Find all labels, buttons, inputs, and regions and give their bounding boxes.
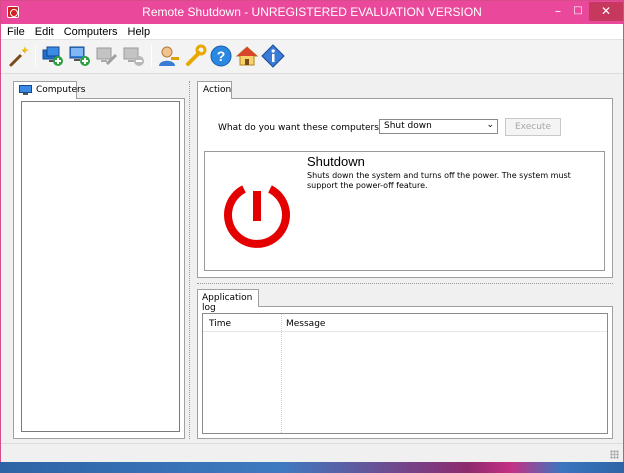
tab-computers[interactable]: Computers <box>13 81 85 99</box>
column-header-time[interactable]: Time <box>209 319 231 329</box>
close-button[interactable]: ✕ <box>589 2 623 21</box>
remove-computer-icon[interactable] <box>122 44 146 68</box>
tab-action[interactable]: Action <box>197 81 232 99</box>
maximize-button[interactable]: □ <box>568 4 588 20</box>
tab-application-log-label: Application log <box>202 293 253 313</box>
help-icon[interactable]: ? <box>209 44 233 68</box>
title-bar[interactable]: Remote Shutdown - UNREGISTERED EVALUATIO… <box>1 1 623 24</box>
column-header-message[interactable]: Message <box>286 319 325 329</box>
action-select[interactable]: Shut down ⌄ <box>379 119 498 134</box>
computer-icon <box>19 85 32 95</box>
wizard-wand-icon[interactable] <box>7 44 31 68</box>
menu-help[interactable]: Help <box>122 24 155 38</box>
home-icon[interactable] <box>235 44 259 68</box>
action-title: Shutdown <box>307 154 365 169</box>
power-icon <box>224 185 290 248</box>
toolbar: ? <box>1 40 623 74</box>
vertical-splitter[interactable] <box>189 81 190 439</box>
about-info-icon[interactable] <box>261 44 285 68</box>
resize-grip-icon[interactable] <box>610 450 619 459</box>
minimize-button[interactable]: – <box>548 4 568 20</box>
toolbar-separator <box>151 45 152 67</box>
action-select-value: Shut down <box>384 121 432 131</box>
toolbar-separator <box>35 45 36 67</box>
menu-file[interactable]: File <box>1 24 29 38</box>
menu-bar: File Edit Computers Help <box>1 24 623 40</box>
tab-application-log[interactable]: Application log <box>197 289 259 313</box>
log-table-header: Time Message <box>203 314 607 332</box>
window-title: Remote Shutdown - UNREGISTERED EVALUATIO… <box>142 5 482 19</box>
status-bar <box>1 443 623 462</box>
chevron-down-icon: ⌄ <box>486 120 494 130</box>
edit-computer-icon[interactable] <box>95 44 119 68</box>
tab-computers-label: Computers <box>36 85 86 95</box>
tab-action-label: Action <box>203 85 232 95</box>
execute-button[interactable]: Execute <box>505 118 561 136</box>
horizontal-splitter[interactable] <box>197 283 613 284</box>
computers-list[interactable] <box>21 101 180 432</box>
application-log-table[interactable]: Time Message <box>202 313 608 434</box>
user-credentials-icon[interactable] <box>157 44 181 68</box>
column-divider <box>281 314 282 433</box>
app-window: Remote Shutdown - UNREGISTERED EVALUATIO… <box>0 0 624 462</box>
settings-wrench-icon[interactable] <box>183 44 207 68</box>
add-computer-icon[interactable] <box>68 44 92 68</box>
menu-computers[interactable]: Computers <box>58 24 122 38</box>
add-computers-icon[interactable] <box>41 44 65 68</box>
svg-text:?: ? <box>217 48 226 64</box>
action-description: Shuts down the system and turns off the … <box>307 171 571 190</box>
menu-edit[interactable]: Edit <box>29 24 58 38</box>
